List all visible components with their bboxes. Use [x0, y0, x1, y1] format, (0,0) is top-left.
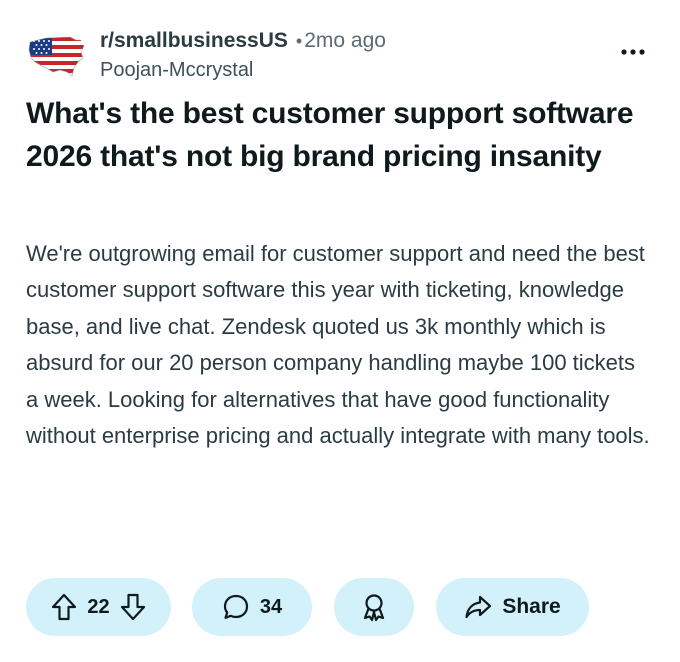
meta-separator: •: [295, 31, 303, 51]
comment-bubble-icon: [223, 594, 248, 619]
comment-count: 34: [259, 595, 283, 618]
downvote-arrow-icon: [120, 593, 145, 621]
us-flag-map-icon: [28, 36, 85, 77]
more-options-button[interactable]: [618, 44, 648, 60]
downvote-button[interactable]: [120, 593, 146, 621]
share-arrow-icon: [465, 595, 492, 619]
award-button[interactable]: [334, 578, 414, 636]
share-button[interactable]: Share: [436, 578, 589, 636]
post-meta: r/smallbusinessUS •2mo ago: [100, 28, 386, 54]
share-label: Share: [502, 595, 561, 618]
upvote-button[interactable]: [51, 593, 77, 621]
vote-control: 22: [26, 578, 171, 636]
award-ribbon-icon: [363, 594, 385, 622]
vote-count: 22: [87, 595, 110, 618]
post-card: r/smallbusinessUS •2mo ago Poojan-Mccryst…: [0, 0, 680, 662]
subreddit-avatar-icon[interactable]: [26, 28, 86, 84]
post-body: We're outgrowing email for customer supp…: [26, 241, 650, 449]
subreddit-link[interactable]: r/smallbusinessUS: [100, 29, 288, 52]
post-timestamp: 2mo ago: [304, 29, 386, 52]
action-bar: 22 34 Share: [26, 578, 666, 636]
post-title[interactable]: What's the best customer support softwar…: [26, 92, 646, 178]
comments-button[interactable]: 34: [192, 578, 312, 636]
upvote-arrow-icon: [52, 593, 77, 621]
post-header: r/smallbusinessUS •2mo ago Poojan-Mccryst…: [26, 26, 656, 86]
post-author[interactable]: Poojan-Mccrystal: [100, 58, 253, 82]
more-horizontal-icon: [621, 49, 645, 55]
